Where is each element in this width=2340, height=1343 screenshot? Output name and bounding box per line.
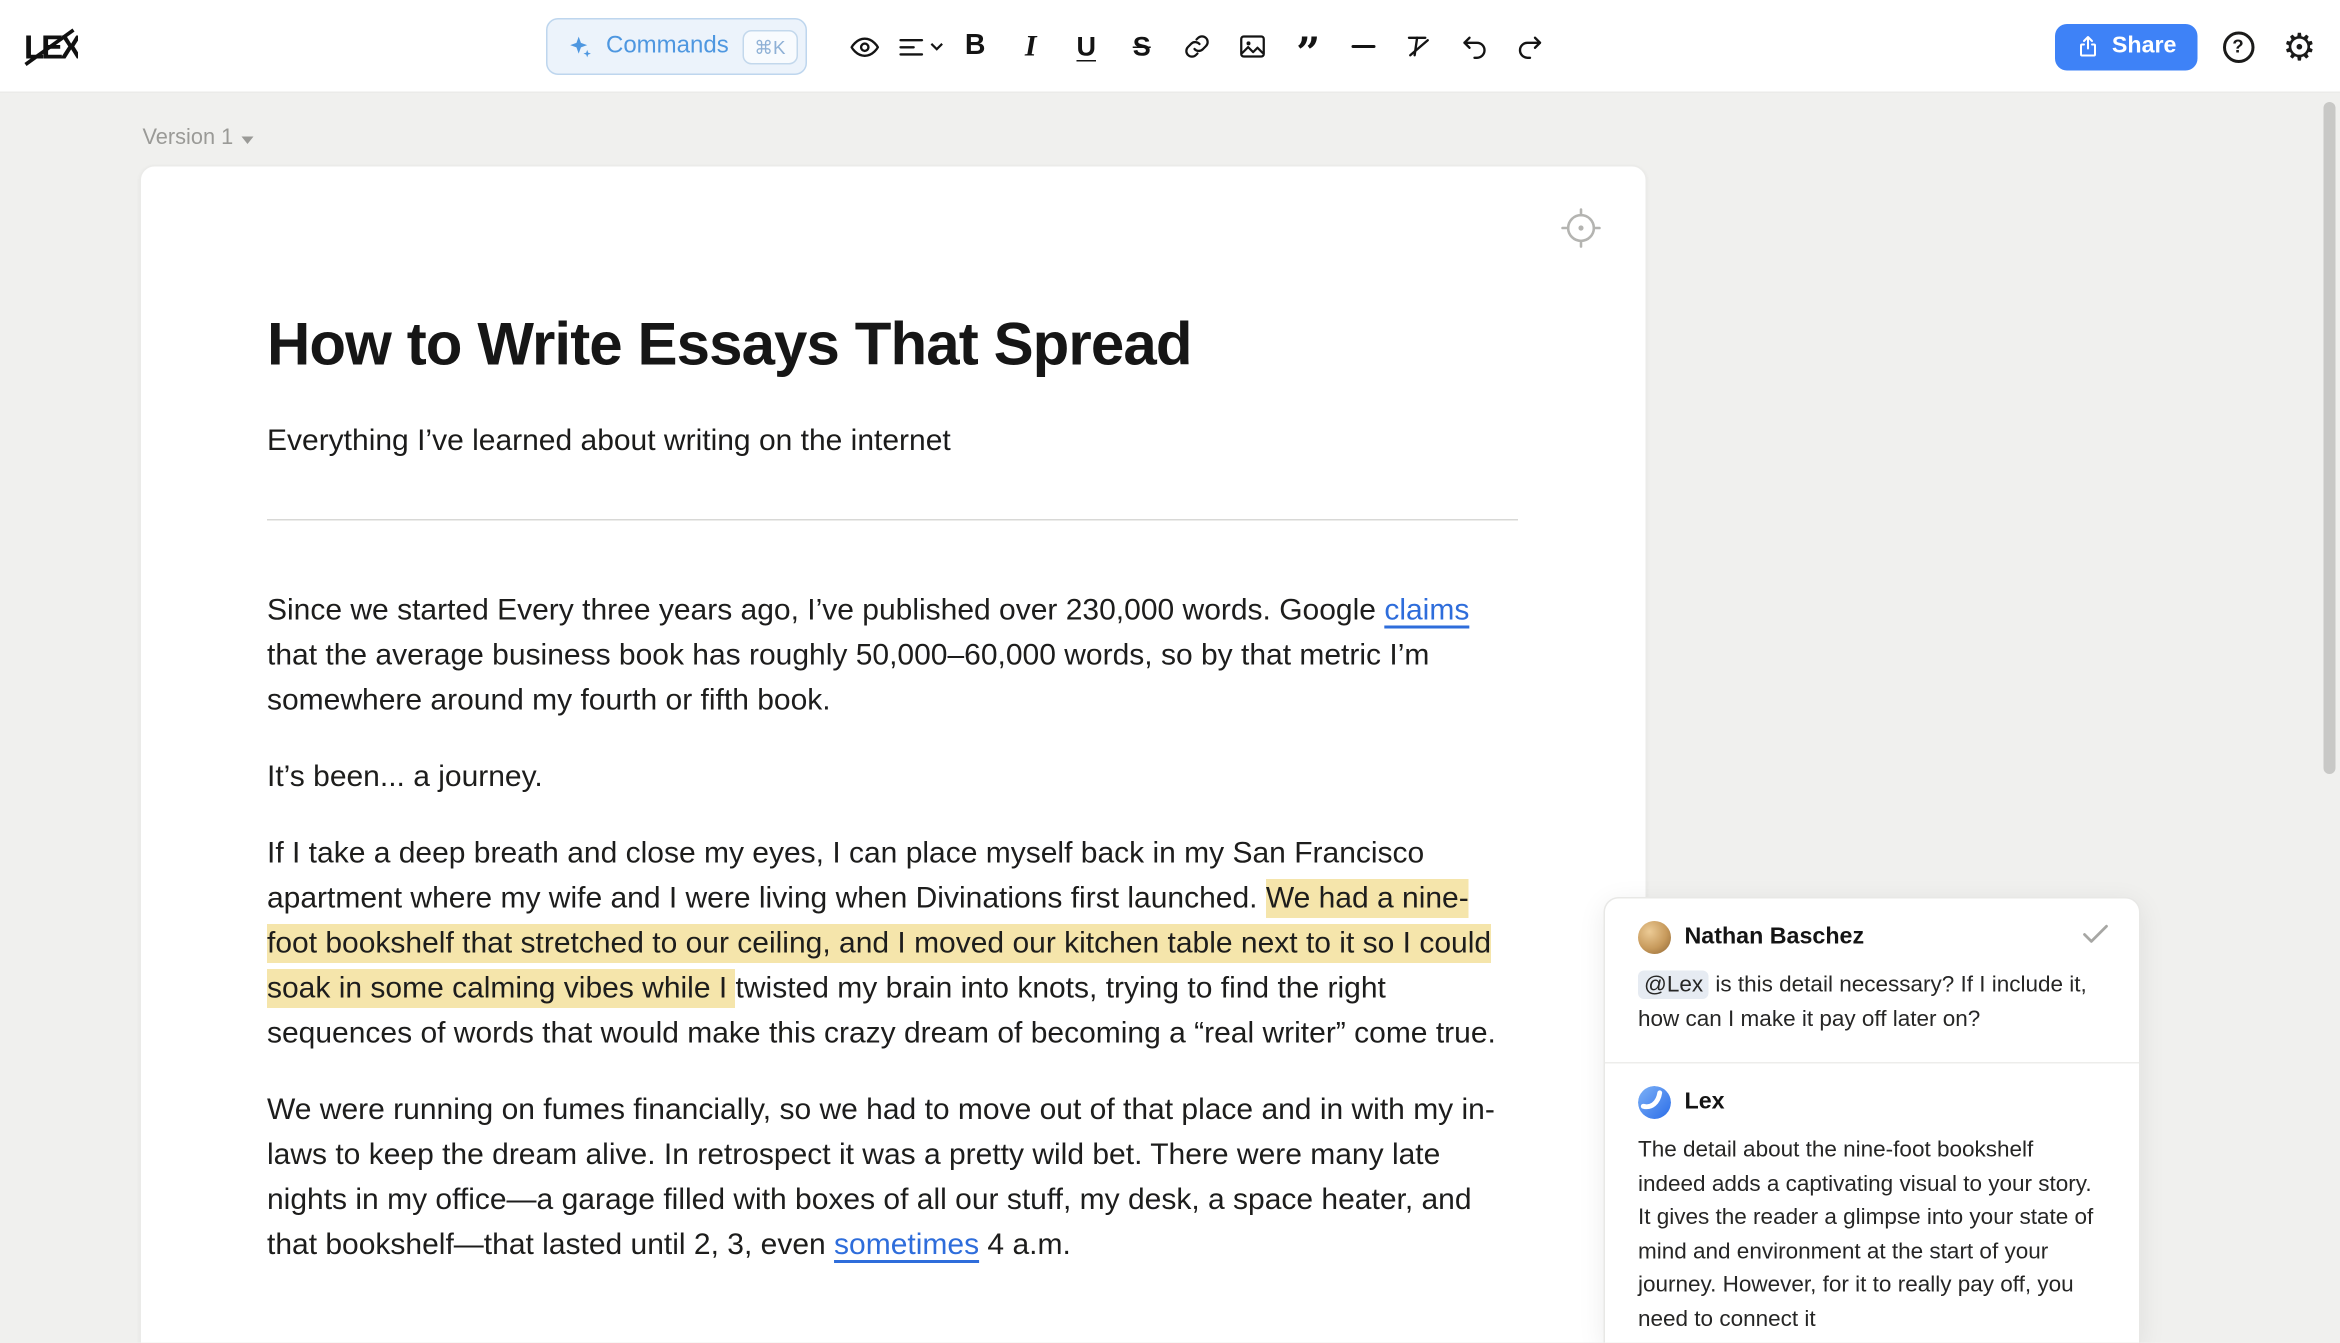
settings-button[interactable]: ⚙ xyxy=(2279,26,2321,68)
keyboard-shortcut: ⌘K xyxy=(742,29,797,64)
toolbar-center: Commands ⌘K xyxy=(546,18,1558,75)
italic-icon: I xyxy=(1025,29,1037,64)
document-body[interactable]: Since we started Every three years ago, … xyxy=(267,588,1518,1268)
divider xyxy=(267,519,1518,521)
comment-author: Lex xyxy=(1685,1089,1725,1116)
caret-down-icon xyxy=(242,136,254,144)
align-left-icon xyxy=(896,32,925,61)
share-label: Share xyxy=(2112,33,2177,60)
text-segment: It’s been... a journey. xyxy=(267,761,543,794)
inline-link[interactable]: sometimes xyxy=(834,1229,979,1262)
inline-link[interactable]: claims xyxy=(1384,594,1469,627)
commands-label: Commands xyxy=(606,33,729,60)
blockquote-button[interactable]: ” xyxy=(1280,19,1336,75)
comment: Nathan Baschez @Lex is this detail neces… xyxy=(1605,899,2139,1063)
paragraph[interactable]: It’s been... a journey. xyxy=(267,755,1518,800)
comment-panel: Nathan Baschez @Lex is this detail neces… xyxy=(1604,897,2141,1343)
link-button[interactable] xyxy=(1169,19,1225,75)
eye-icon xyxy=(848,31,880,63)
check-icon xyxy=(2079,918,2112,951)
version-label: Version 1 xyxy=(143,126,234,150)
version-selector[interactable]: Version 1 xyxy=(143,126,255,150)
format-toolbar: B I U S xyxy=(836,19,1558,75)
app-window: LEX Commands ⌘K xyxy=(0,0,2340,1343)
sparkle-icon xyxy=(567,34,593,60)
document-card: How to Write Essays That Spread Everythi… xyxy=(140,165,1648,1343)
lex-logo-icon: LEX xyxy=(21,18,78,75)
underline-icon: U xyxy=(1076,31,1096,63)
horizontal-rule-button[interactable] xyxy=(1336,19,1392,75)
italic-button[interactable]: I xyxy=(1003,19,1059,75)
comment-header: Nathan Baschez xyxy=(1638,921,2106,954)
lex-avatar-icon xyxy=(1638,1086,1671,1119)
paragraph[interactable]: We were running on fumes financially, so… xyxy=(267,1088,1518,1268)
commands-button[interactable]: Commands ⌘K xyxy=(546,18,806,75)
toolbar: LEX Commands ⌘K xyxy=(0,0,2340,93)
paragraph[interactable]: If I take a deep breath and close my eye… xyxy=(267,831,1518,1056)
redo-button[interactable] xyxy=(1502,19,1558,75)
preview-button[interactable] xyxy=(836,19,892,75)
undo-icon xyxy=(1460,32,1490,62)
avatar xyxy=(1638,1086,1671,1119)
comment-body: The detail about the nine-foot bookshelf… xyxy=(1638,1134,2106,1337)
focus-target-icon[interactable] xyxy=(1559,206,1604,259)
mention-chip[interactable]: @Lex xyxy=(1638,971,1709,1000)
toolbar-right: Share ? ⚙ xyxy=(2055,18,2321,75)
avatar xyxy=(1638,921,1671,954)
undo-button[interactable] xyxy=(1447,19,1503,75)
strikethrough-icon: S xyxy=(1133,31,1151,63)
redo-icon xyxy=(1515,32,1545,62)
text-segment: Since we started Every three years ago, … xyxy=(267,594,1384,627)
resolve-check-button[interactable] xyxy=(2079,918,2112,959)
strikethrough-button[interactable]: S xyxy=(1114,19,1170,75)
help-icon: ? xyxy=(2222,31,2254,63)
help-button[interactable]: ? xyxy=(2217,26,2259,68)
bold-button[interactable]: B xyxy=(947,19,1003,75)
share-icon xyxy=(2076,35,2100,59)
image-button[interactable] xyxy=(1225,19,1281,75)
scrollbar-thumb[interactable] xyxy=(2324,102,2336,774)
document-title[interactable]: How to Write Essays That Spread xyxy=(267,312,1518,380)
clear-formatting-button[interactable] xyxy=(1391,19,1447,75)
clear-formatting-icon xyxy=(1404,32,1434,62)
quote-icon: ” xyxy=(1296,47,1320,62)
link-icon xyxy=(1182,32,1212,62)
text-segment: The detail about the nine-foot bookshelf… xyxy=(1638,1137,2093,1331)
paragraph[interactable]: Since we started Every three years ago, … xyxy=(267,588,1518,723)
underline-button[interactable]: U xyxy=(1058,19,1114,75)
comment: Lex The detail about the nine-foot books… xyxy=(1605,1062,2139,1343)
document-subtitle[interactable]: Everything I’ve learned about writing on… xyxy=(267,425,1518,460)
text-segment: that the average business book has rough… xyxy=(267,639,1429,717)
gear-icon: ⚙ xyxy=(2283,28,2317,66)
horizontal-rule-icon xyxy=(1352,45,1376,48)
text-segment: If I take a deep breath and close my eye… xyxy=(267,837,1424,915)
lex-logo[interactable]: LEX xyxy=(21,18,78,75)
comment-body: @Lex is this detail necessary? If I incl… xyxy=(1638,969,2106,1037)
share-button[interactable]: Share xyxy=(2055,23,2198,70)
image-icon xyxy=(1238,32,1268,62)
chevron-down-icon xyxy=(929,42,943,51)
comment-author: Nathan Baschez xyxy=(1685,924,1865,951)
comment-header: Lex xyxy=(1638,1086,2106,1119)
bold-icon: B xyxy=(965,30,986,63)
align-button[interactable] xyxy=(892,19,948,75)
text-segment: 4 a.m. xyxy=(979,1229,1071,1262)
